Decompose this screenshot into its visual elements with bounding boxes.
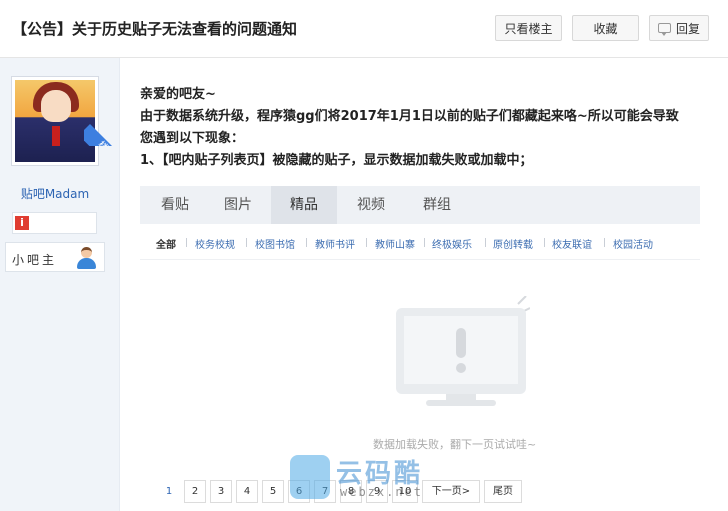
avatar-image bbox=[15, 80, 95, 162]
favorite-button[interactable]: 收藏 bbox=[572, 15, 639, 41]
info-icon[interactable]: i bbox=[15, 216, 29, 230]
only-op-button[interactable]: 只看楼主 bbox=[495, 15, 562, 41]
post-line: 1、【吧内贴子列表页】被隐藏的贴子，显示数据加载失败或加载中； bbox=[140, 153, 533, 168]
tab-images[interactable]: 图片 bbox=[206, 186, 270, 224]
embedded-screenshot: 看贴 图片 精品 视频 群组 全部 校务校规 校图书馆 教师书评 教师山寨 终极… bbox=[140, 186, 700, 511]
tab-groups[interactable]: 群组 bbox=[405, 186, 469, 224]
post-content: 亲爱的吧友~ 由于数据系统升级，程序猿gg们将2017年1月1日以前的贴子们都藏… bbox=[140, 84, 710, 172]
next-page-button[interactable]: 下一页> bbox=[422, 480, 480, 503]
author-sidebar: 楼主 贴吧Madam i 小吧主 bbox=[0, 58, 133, 511]
exclamation-icon bbox=[456, 328, 466, 373]
thread-title: 【公告】关于历史贴子无法查看的问题通知 bbox=[12, 20, 298, 38]
reply-label: 回复 bbox=[675, 21, 700, 36]
monitor-icon bbox=[396, 296, 530, 406]
post-line: 由于数据系统升级，程序猿gg们将2017年1月1日以前的贴子们都藏起来咯~所以可… bbox=[140, 109, 679, 124]
page-link[interactable]: 7 bbox=[314, 480, 336, 503]
category-item[interactable]: 原创转载 bbox=[493, 236, 533, 251]
category-item[interactable]: 教师山寨 bbox=[375, 236, 415, 251]
tab-posts[interactable]: 看贴 bbox=[144, 186, 206, 224]
page-link[interactable]: 3 bbox=[210, 480, 232, 503]
last-page-button[interactable]: 尾页 bbox=[484, 480, 522, 503]
category-item[interactable]: 终极娱乐 bbox=[432, 236, 472, 251]
reply-icon bbox=[657, 23, 671, 36]
page-link[interactable]: 2 bbox=[184, 480, 206, 503]
category-item[interactable]: 校务校规 bbox=[195, 236, 235, 251]
author-level: 小吧主 bbox=[5, 242, 105, 272]
category-all[interactable]: 全部 bbox=[156, 236, 176, 251]
category-item[interactable]: 校友联谊 bbox=[552, 236, 592, 251]
page-link[interactable]: 8 bbox=[340, 480, 362, 503]
author-info-row: i bbox=[12, 212, 97, 234]
owner-badge: 楼主 bbox=[84, 118, 134, 146]
user-icon bbox=[76, 247, 96, 269]
category-nav: 全部 校务校规 校图书馆 教师书评 教师山寨 终极娱乐 原创转载 校友联谊 校园… bbox=[140, 224, 700, 260]
page-current: 1 bbox=[158, 480, 180, 503]
tab-featured[interactable]: 精品 bbox=[271, 186, 337, 224]
page-link[interactable]: 5 bbox=[262, 480, 284, 503]
tab-videos[interactable]: 视频 bbox=[339, 186, 403, 224]
post-line: 您遇到以下现象： bbox=[140, 131, 245, 146]
author-name[interactable]: 贴吧Madam bbox=[0, 185, 110, 202]
category-item[interactable]: 校图书馆 bbox=[255, 236, 295, 251]
reply-button[interactable]: 回复 bbox=[649, 15, 709, 41]
page-link[interactable]: 6 bbox=[288, 480, 310, 503]
page-link[interactable]: 4 bbox=[236, 480, 258, 503]
category-item[interactable]: 教师书评 bbox=[315, 236, 355, 251]
thread-header: 【公告】关于历史贴子无法查看的问题通知 只看楼主 收藏 回复 bbox=[0, 0, 728, 58]
level-title: 小吧主 bbox=[12, 253, 58, 267]
page-link[interactable]: 9 bbox=[366, 480, 388, 503]
category-item[interactable]: 校园活动 bbox=[613, 236, 653, 251]
page-link[interactable]: 10 bbox=[392, 480, 418, 503]
load-error-message: 数据加载失败，翻下一页试试哇~ bbox=[373, 438, 537, 451]
post-line: 亲爱的吧友~ bbox=[140, 87, 216, 102]
forum-tabs: 看贴 图片 精品 视频 群组 bbox=[140, 186, 700, 224]
